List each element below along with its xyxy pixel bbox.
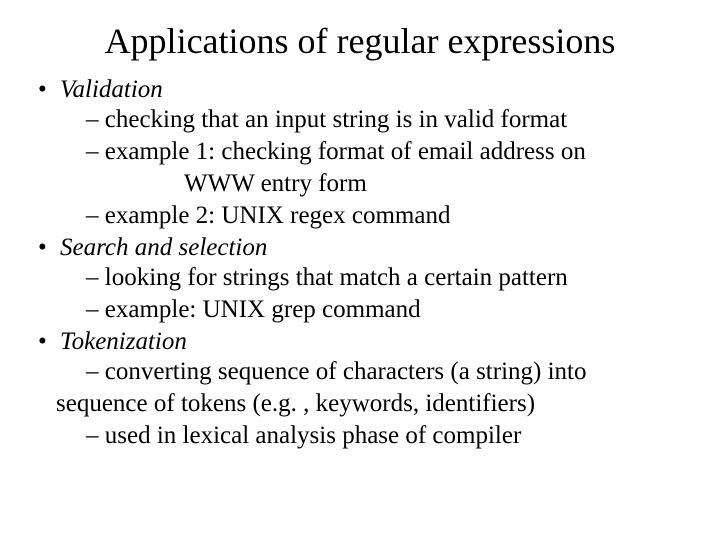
sub-text: converting sequence of characters (a str… (105, 358, 587, 385)
sub-text: checking that an input string is in vali… (105, 106, 567, 133)
list-item: •Tokenization – converting sequence of c… (38, 328, 684, 452)
sub-item: – example 1: checking format of email ad… (86, 136, 684, 168)
sub-item: – example: UNIX grep command (86, 294, 684, 326)
slide: Applications of regular expressions •Val… (0, 0, 720, 540)
bullet-icon: • (38, 234, 60, 262)
sub-item: – checking that an input string is in va… (86, 104, 684, 136)
sub-text: example 2: UNIX regex command (105, 202, 451, 229)
sub-text: example: UNIX grep command (105, 296, 421, 323)
topic-label: Tokenization (60, 328, 187, 355)
sub-text: used in lexical analysis phase of compil… (105, 422, 522, 449)
sub-continuation: WWW entry form (184, 168, 684, 200)
sub-item: – used in lexical analysis phase of comp… (86, 420, 684, 452)
sub-item: – looking for strings that match a certa… (86, 262, 684, 294)
list-item: •Validation – checking that an input str… (38, 76, 684, 232)
sub-item: – converting sequence of characters (a s… (86, 356, 684, 388)
sub-item: – example 2: UNIX regex command (86, 200, 684, 232)
list-item: •Search and selection – looking for stri… (38, 234, 684, 326)
sub-text: example 1: checking format of email addr… (105, 138, 586, 165)
sub-text: looking for strings that match a certain… (105, 264, 568, 291)
bullet-icon: • (38, 76, 60, 104)
topic-label: Search and selection (60, 234, 267, 261)
bullet-list: •Validation – checking that an input str… (36, 76, 684, 452)
bullet-icon: • (38, 328, 60, 356)
topic-label: Validation (60, 76, 163, 103)
slide-title: Applications of regular expressions (36, 20, 684, 62)
sub-continuation: sequence of tokens (e.g. , keywords, ide… (56, 388, 684, 420)
